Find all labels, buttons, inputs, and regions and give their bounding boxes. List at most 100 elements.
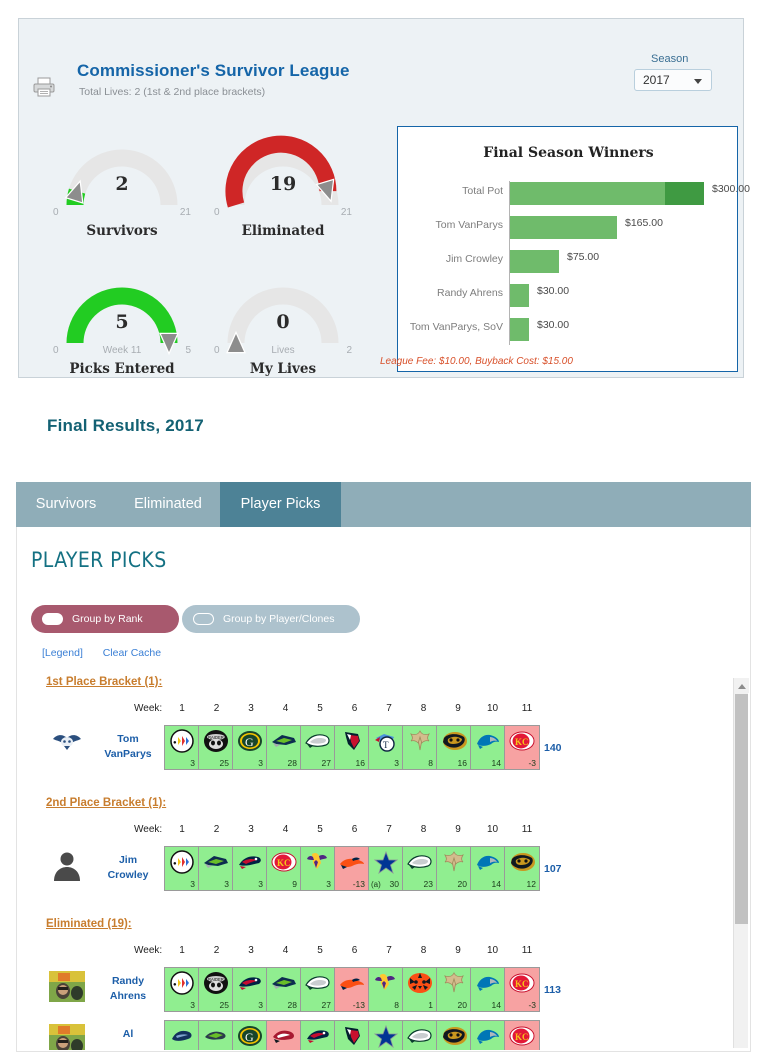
week-number-header: 10	[486, 703, 499, 714]
gauge-value: 19	[269, 173, 297, 195]
pick-score: -13	[352, 879, 365, 889]
seahawks-logo-icon	[202, 849, 230, 875]
player-picks-strip: ● 3 3 3 KC 9 3 -13 (a) 30 23 20 14 12	[164, 846, 540, 891]
pick-cell[interactable]: 20	[437, 847, 471, 890]
pick-cell[interactable]: 16	[335, 726, 369, 769]
pick-cell[interactable]: 14	[471, 726, 505, 769]
pick-cell[interactable]: 3	[301, 847, 335, 890]
titans-logo-icon: T	[372, 728, 400, 754]
avatar	[49, 729, 85, 760]
bracket-heading[interactable]: Eliminated (19):	[46, 918, 132, 930]
pick-cell[interactable]: T 3	[369, 726, 403, 769]
pick-cell[interactable]: 1	[403, 968, 437, 1011]
pick-cell[interactable]: KC -3	[505, 726, 539, 769]
player-name: Al	[122, 1028, 134, 1040]
vertical-scrollbar[interactable]	[733, 678, 749, 1048]
pick-score: 3	[258, 758, 263, 768]
pick-cell[interactable]: ● 3	[165, 726, 199, 769]
texans-logo-icon	[338, 728, 366, 754]
chart-bar-base	[510, 216, 617, 239]
pick-cell[interactable]: 14	[471, 847, 505, 890]
pick-cell[interactable]: -13	[335, 847, 369, 890]
pick-cell[interactable]	[471, 1021, 505, 1050]
chart-category-label: Jim Crowley	[445, 253, 503, 265]
scroll-up-arrow-icon[interactable]	[734, 678, 749, 693]
pick-cell[interactable]	[267, 1021, 301, 1050]
pick-cell[interactable]: RAIDERS 25	[199, 968, 233, 1011]
chart-bar-row: Jim Crowley $75.00	[398, 245, 739, 279]
pick-cell[interactable]: G	[233, 1021, 267, 1050]
patriots-logo-icon	[236, 970, 264, 996]
pick-score: -3	[528, 1000, 536, 1010]
week-number-header: 10	[486, 824, 499, 835]
pick-cell[interactable]: 12	[505, 847, 539, 890]
tab-eliminated[interactable]: Eliminated	[116, 482, 220, 527]
svg-text:KC: KC	[277, 858, 291, 868]
pick-cell[interactable]	[437, 1021, 471, 1050]
gauge-survivors: 2 0 21 Survivors	[47, 129, 197, 239]
tab-player-picks[interactable]: Player Picks	[220, 482, 341, 527]
pick-score: 3	[394, 758, 399, 768]
pick-cell[interactable]: RAIDERS 25	[199, 726, 233, 769]
pick-cell[interactable]: 8	[369, 968, 403, 1011]
pick-score: 23	[423, 879, 433, 889]
pick-cell[interactable]: 3	[233, 968, 267, 1011]
pick-cell[interactable]: ● 3	[165, 968, 199, 1011]
chart-bar-base	[510, 182, 665, 205]
scrollbar-thumb[interactable]	[735, 694, 748, 924]
week-label: Week:	[134, 945, 163, 956]
group-by-rank-toggle[interactable]: Group by Rank	[31, 605, 179, 633]
week-number-header: 3	[248, 703, 254, 714]
chart-bar	[510, 182, 704, 205]
legend-link[interactable]: [Legend]	[42, 647, 83, 659]
pick-cell[interactable]: 27	[301, 968, 335, 1011]
pick-cell[interactable]	[369, 1021, 403, 1050]
pick-cell[interactable]: 28	[267, 968, 301, 1011]
pick-score: 20	[457, 1000, 467, 1010]
pick-cell[interactable]: KC	[505, 1021, 539, 1050]
gauge-mid-label: Lives	[271, 345, 295, 356]
clear-cache-link[interactable]: Clear Cache	[103, 647, 161, 659]
pick-cell[interactable]: 8	[403, 726, 437, 769]
pick-cell[interactable]	[165, 1021, 199, 1050]
pick-cell[interactable]	[403, 1021, 437, 1050]
generic1-logo-icon	[168, 1023, 196, 1049]
pick-cell[interactable]: 23	[403, 847, 437, 890]
pick-cell[interactable]: KC -3	[505, 968, 539, 1011]
printer-icon[interactable]	[32, 76, 56, 98]
pick-cell[interactable]: 16	[437, 726, 471, 769]
pick-cell[interactable]	[335, 1021, 369, 1050]
week-number-header: 1	[179, 824, 185, 835]
pick-cell[interactable]	[199, 1021, 233, 1050]
pick-score: 3	[190, 758, 195, 768]
week-number-header: 3	[248, 945, 254, 956]
pick-cell[interactable]: 20	[437, 968, 471, 1011]
pick-cell[interactable]: KC 9	[267, 847, 301, 890]
week-number-header: 9	[455, 945, 461, 956]
bracket-heading[interactable]: 2nd Place Bracket (1):	[46, 797, 166, 809]
group-by-player-clones-toggle[interactable]: Group by Player/Clones	[182, 605, 360, 633]
pick-score: 3	[224, 879, 229, 889]
lions-logo-icon	[474, 728, 502, 754]
tab-survivors[interactable]: Survivors	[16, 482, 116, 527]
week-number-header: 8	[420, 703, 427, 714]
pick-cell[interactable]	[301, 1021, 335, 1050]
pick-cell[interactable]: ● 3	[165, 847, 199, 890]
season-select[interactable]: 2017	[634, 69, 712, 91]
pick-cell[interactable]: -13	[335, 968, 369, 1011]
pick-cell[interactable]: 3	[233, 847, 267, 890]
bracket-heading[interactable]: 1st Place Bracket (1):	[46, 676, 162, 688]
svg-text:●: ●	[173, 740, 177, 746]
pick-cell[interactable]: G3	[233, 726, 267, 769]
chart-bar-base	[510, 284, 529, 307]
pick-cell[interactable]: 27	[301, 726, 335, 769]
eagles-logo-icon	[406, 1023, 434, 1049]
chart-bar-row: Tom VanParys $165.00	[398, 211, 739, 245]
pick-cell[interactable]: 28	[267, 726, 301, 769]
pick-cell[interactable]: 3	[199, 847, 233, 890]
toggle-knob-icon	[42, 613, 63, 625]
pick-score: -13	[352, 1000, 365, 1010]
pick-cell[interactable]: 14	[471, 968, 505, 1011]
toggle-knob-icon	[193, 613, 214, 625]
pick-cell[interactable]: (a) 30	[369, 847, 403, 890]
